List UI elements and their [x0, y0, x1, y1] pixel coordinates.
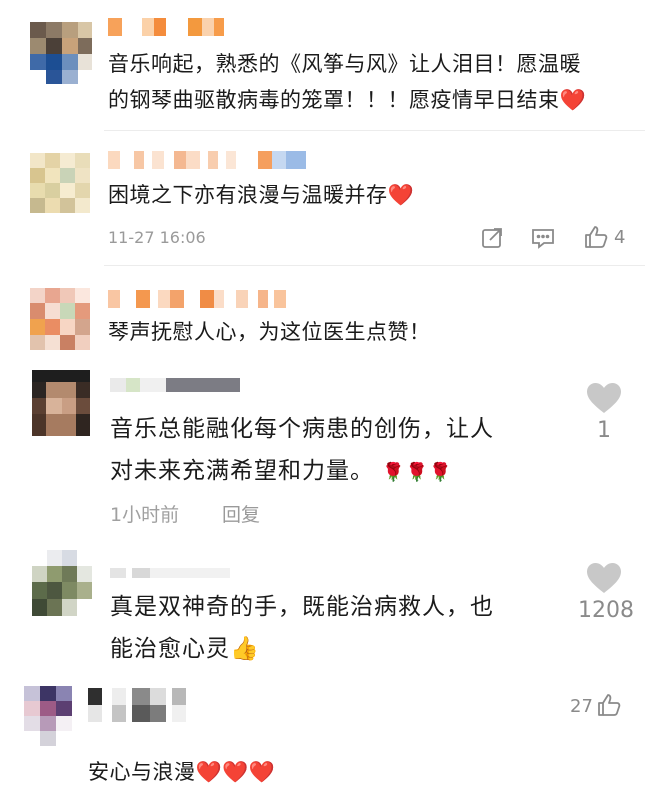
username-redacted[interactable] — [110, 568, 230, 578]
comment-1: 音乐响起，熟悉的《风筝与风》让人泪目！愿温暖 的钢琴曲驱散病毒的笼罩！！！愿疫情… — [0, 0, 645, 130]
comment-text: 音乐响起，熟悉的《风筝与风》让人泪目！愿温暖 的钢琴曲驱散病毒的笼罩！！！愿疫情… — [108, 52, 587, 112]
heart-emoji-icon: ❤️ — [559, 88, 587, 112]
username-redacted[interactable] — [108, 151, 308, 169]
username-redacted[interactable] — [108, 18, 238, 36]
comment-2: 困境之下亦有浪漫与温暖并存❤️ 11-27 16:06 4 — [0, 131, 645, 265]
thumbs-up-icon[interactable] — [596, 692, 622, 718]
avatar[interactable] — [32, 370, 90, 436]
comment-timestamp: 11-27 16:06 — [108, 228, 206, 247]
heart-icon[interactable] — [586, 562, 622, 594]
rose-emoji-icon: 🌹🌹🌹 — [382, 462, 453, 483]
comment-text: 音乐总能融化每个病患的创伤，让人 对未来充满希望和力量。 🌹🌹🌹 — [110, 416, 494, 484]
thumbs-up-icon[interactable] — [583, 224, 609, 250]
comment-4: 音乐总能融化每个病患的创伤，让人 对未来充满希望和力量。 🌹🌹🌹 1小时前 回复… — [0, 366, 645, 546]
comment-timestamp: 1小时前 — [110, 504, 180, 526]
username-redacted[interactable] — [88, 688, 198, 722]
comment-6: 27 安心与浪漫❤️❤️❤️ — [0, 676, 645, 797]
heart-emoji-icon: ❤️❤️❤️ — [195, 760, 276, 784]
like-count: 1 — [597, 418, 611, 443]
avatar[interactable] — [30, 288, 90, 350]
like-count: 1208 — [578, 598, 634, 623]
share-icon[interactable] — [480, 226, 504, 250]
reply-button[interactable]: 回复 — [222, 500, 260, 527]
comment-5: 真是双神奇的手，既能治病救人，也 能治愈心灵👍 1208 — [0, 546, 645, 676]
comment-icon[interactable] — [530, 226, 556, 250]
username-redacted[interactable] — [108, 290, 288, 308]
avatar[interactable] — [30, 22, 92, 84]
comment-text: 琴声抚慰人心，为这位医生点赞！ — [108, 320, 431, 344]
comment-text: 安心与浪漫❤️❤️❤️ — [88, 760, 276, 784]
avatar[interactable] — [24, 686, 72, 746]
heart-icon[interactable] — [586, 382, 622, 414]
comment-text: 真是双神奇的手，既能治病救人，也 能治愈心灵👍 — [110, 594, 494, 662]
avatar[interactable] — [30, 153, 90, 213]
heart-emoji-icon: ❤️ — [387, 183, 415, 207]
username-redacted[interactable] — [110, 378, 240, 392]
avatar[interactable] — [32, 550, 92, 616]
thumbs-up-emoji-icon: 👍 — [230, 636, 260, 662]
comment-text: 困境之下亦有浪漫与温暖并存❤️ — [108, 183, 415, 207]
comment-3: 琴声抚慰人心，为这位医生点赞！ — [0, 266, 645, 366]
like-count: 4 — [614, 227, 626, 248]
like-count: 27 — [570, 696, 593, 717]
